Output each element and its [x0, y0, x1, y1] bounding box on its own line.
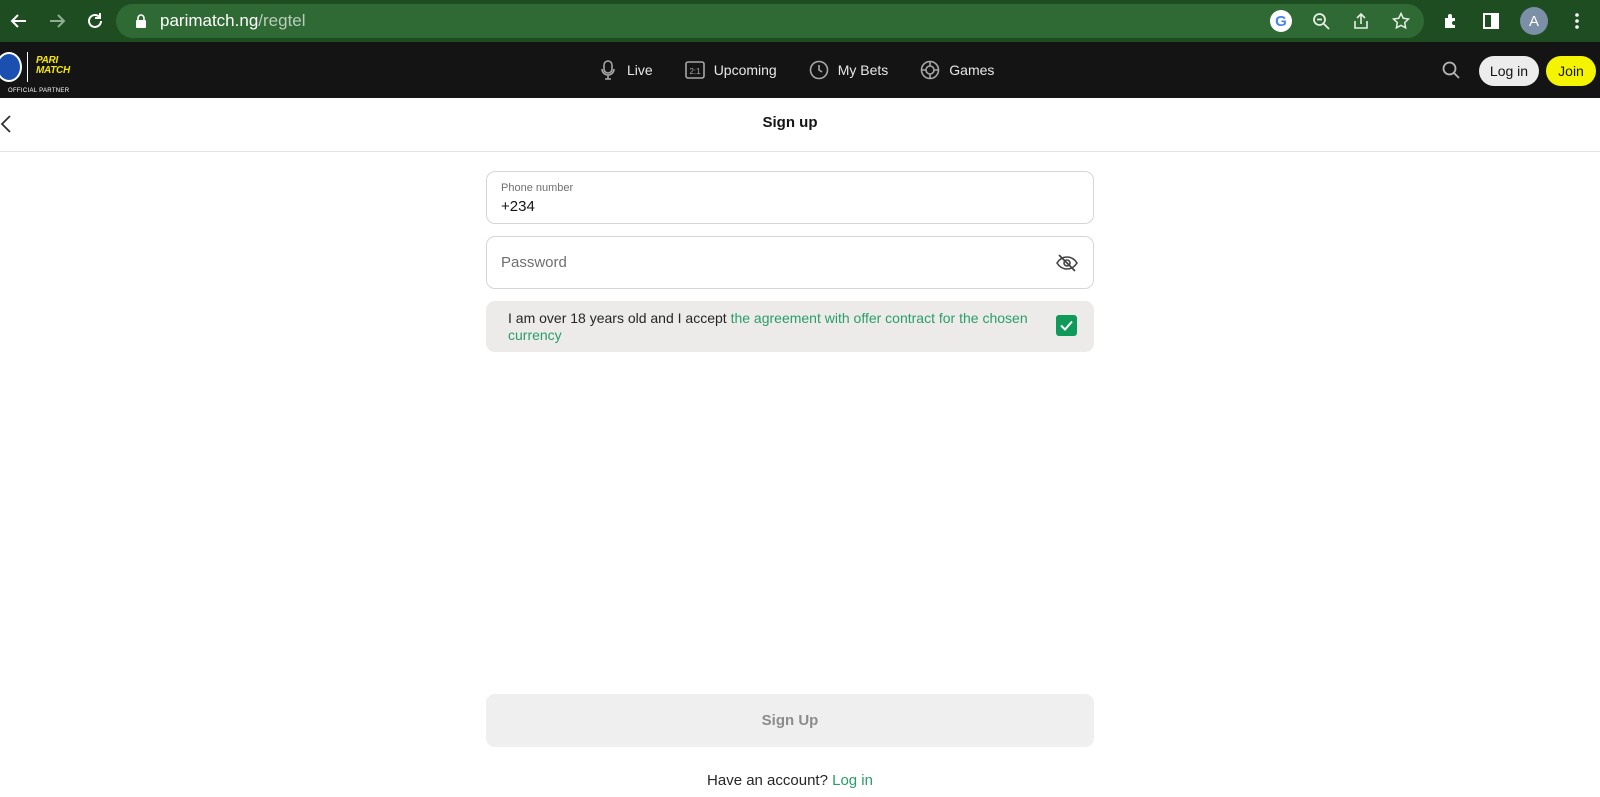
nav-live[interactable]: Live: [598, 60, 653, 80]
clock-icon: [809, 60, 829, 80]
brand-divider: [27, 52, 28, 82]
url-text[interactable]: parimatch.ng/regtel: [160, 11, 306, 31]
login-link[interactable]: Log in: [832, 772, 873, 789]
nav-games[interactable]: Games: [920, 60, 994, 80]
share-icon[interactable]: [1350, 10, 1372, 32]
site-header: PARI MATCH OFFICIAL PARTNER Live 2:1 Upc…: [0, 42, 1600, 98]
header-login-button[interactable]: Log in: [1479, 56, 1539, 86]
parimatch-logo: PARI MATCH: [36, 55, 70, 76]
nav-upcoming-label: Upcoming: [713, 62, 777, 78]
password-field[interactable]: Password: [486, 236, 1094, 289]
games-icon: [920, 60, 940, 80]
sign-up-button[interactable]: Sign Up: [486, 694, 1094, 747]
extensions-icon[interactable]: [1440, 10, 1462, 32]
lock-icon[interactable]: [134, 13, 148, 29]
zoom-icon[interactable]: [1310, 10, 1332, 32]
side-panel-icon[interactable]: [1480, 10, 1502, 32]
page-header: Sign up: [0, 98, 1600, 152]
menu-icon[interactable]: [1566, 10, 1588, 32]
password-input[interactable]: Password: [501, 254, 567, 271]
address-bar[interactable]: parimatch.ng/regtel G: [116, 4, 1424, 38]
agreement-text: I am over 18 years old and I accept the …: [508, 310, 1028, 343]
reload-icon[interactable]: [76, 0, 114, 42]
official-partner-label: OFFICIAL PARTNER: [8, 88, 70, 94]
nav-my-bets[interactable]: My Bets: [809, 60, 889, 80]
star-icon[interactable]: [1390, 10, 1412, 32]
nav-live-label: Live: [627, 62, 653, 78]
phone-field-label: Phone number: [501, 182, 574, 194]
age-agreement-box: I am over 18 years old and I accept the …: [486, 301, 1094, 352]
nav-games-label: Games: [949, 62, 995, 78]
club-crest-icon: [0, 52, 22, 82]
search-icon[interactable]: [1440, 59, 1462, 81]
nav-upcoming[interactable]: 2:1 Upcoming: [684, 60, 777, 80]
microphone-icon: [598, 60, 618, 80]
brand-logo[interactable]: PARI MATCH OFFICIAL PARTNER: [0, 46, 90, 96]
svg-text:2:1: 2:1: [689, 67, 701, 76]
back-icon[interactable]: [0, 0, 38, 42]
score-icon: 2:1: [684, 60, 705, 80]
page-title: Sign up: [762, 114, 818, 131]
phone-field[interactable]: Phone number +234: [486, 171, 1094, 224]
header-join-button[interactable]: Join: [1546, 56, 1596, 86]
google-icon[interactable]: G: [1270, 10, 1292, 32]
phone-input[interactable]: +234: [501, 198, 535, 215]
forward-icon[interactable]: [38, 0, 76, 42]
profile-avatar[interactable]: A: [1520, 7, 1548, 35]
browser-toolbar: parimatch.ng/regtel G A: [0, 0, 1600, 42]
eye-off-icon[interactable]: [1055, 252, 1079, 274]
have-account-text: Have an account? Log in: [707, 772, 873, 789]
nav-my-bets-label: My Bets: [837, 62, 889, 78]
agreement-checkbox[interactable]: [1056, 315, 1077, 336]
main-nav: Live 2:1 Upcoming My Bets Games: [598, 42, 994, 98]
